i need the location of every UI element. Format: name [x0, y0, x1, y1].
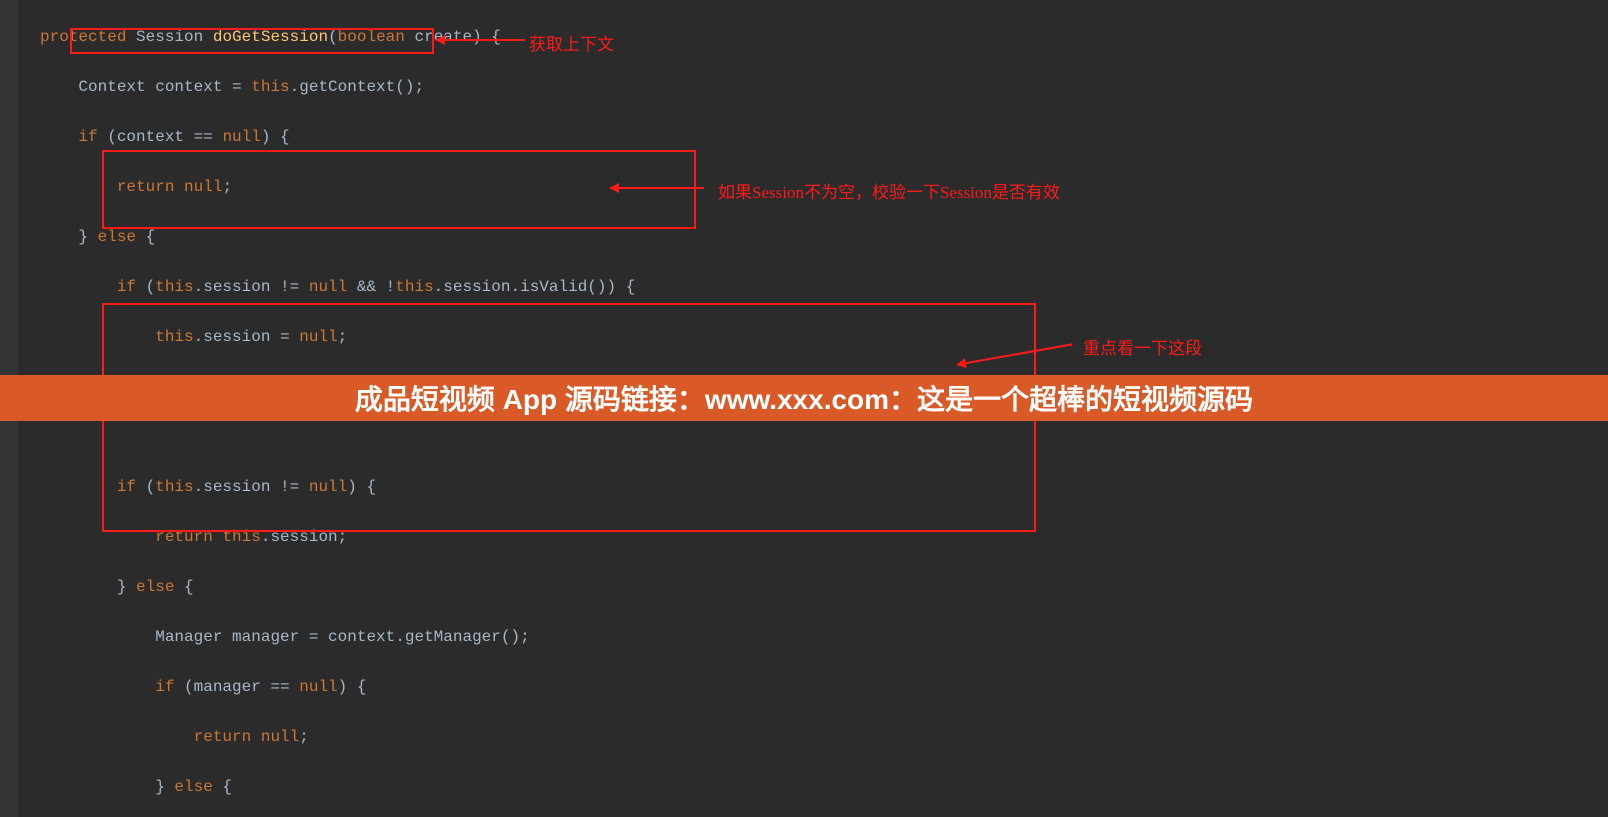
code-line: protected Session doGetSession(boolean c… — [40, 25, 1608, 50]
code-editor[interactable]: protected Session doGetSession(boolean c… — [0, 0, 1608, 817]
code-line: } else { — [40, 575, 1608, 600]
code-line — [40, 425, 1608, 450]
annotation-text: 如果Session不为空，校验一下Session是否有效 — [718, 178, 1060, 203]
code-line: Manager manager = context.getManager(); — [40, 625, 1608, 650]
arrow-icon — [614, 187, 704, 189]
arrow-icon — [440, 39, 525, 41]
code-line: if (this.session != null) { — [40, 475, 1608, 500]
annotation-text: 获取上下文 — [529, 30, 614, 55]
code-line: return null; — [40, 725, 1608, 750]
code-line: return this.session; — [40, 525, 1608, 550]
annotation-text: 重点看一下这段 — [1083, 334, 1202, 359]
code-line: Context context = this.getContext(); — [40, 75, 1608, 100]
code-line: this.session = null; — [40, 325, 1608, 350]
code-line: } else { — [40, 225, 1608, 250]
promo-banner: 成品短视频 App 源码链接：www.xxx.com：这是一个超棒的短视频源码 — [0, 375, 1608, 421]
promo-banner-text: 成品短视频 App 源码链接：www.xxx.com：这是一个超棒的短视频源码 — [355, 378, 1253, 418]
code-line: if (manager == null) { — [40, 675, 1608, 700]
code-line: if (context == null) { — [40, 125, 1608, 150]
code-line: } else { — [40, 775, 1608, 800]
code-line: if (this.session != null && !this.sessio… — [40, 275, 1608, 300]
